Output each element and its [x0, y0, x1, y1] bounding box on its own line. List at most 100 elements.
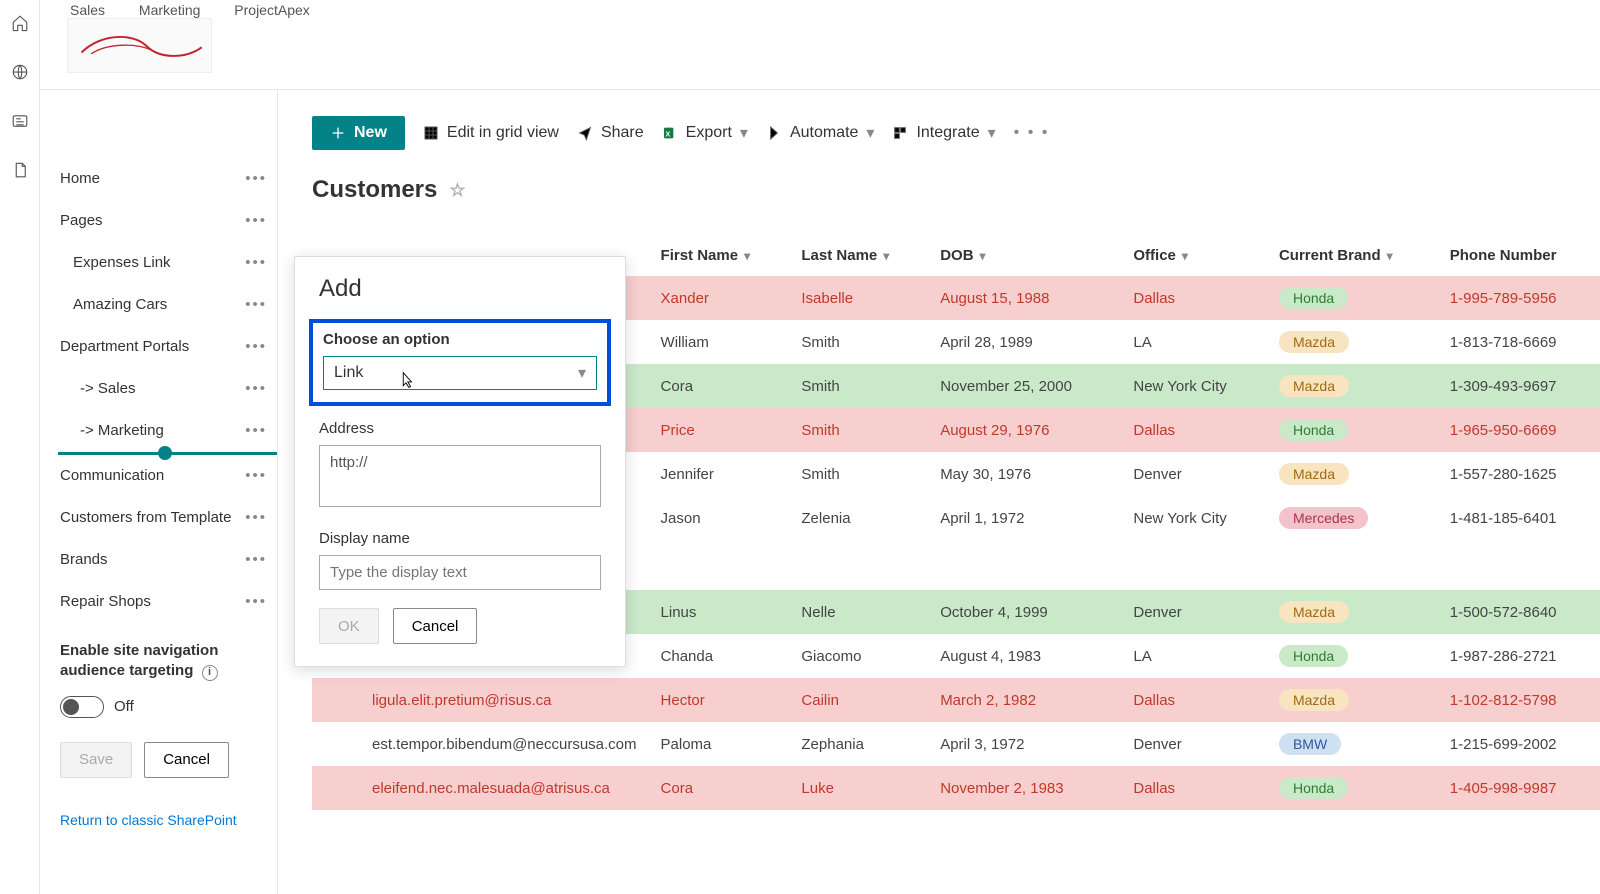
favorite-star-icon[interactable]: ☆ [449, 180, 465, 201]
first-name-cell: Cora [649, 364, 790, 408]
office-cell: LA [1121, 320, 1267, 364]
nav-item[interactable]: Home••• [40, 158, 277, 200]
nav-item-actions-icon[interactable]: ••• [245, 368, 267, 410]
col-last-name[interactable]: Last Name▾ [789, 234, 928, 276]
new-button[interactable]: New [312, 116, 405, 150]
last-name-cell: Smith [789, 320, 928, 364]
nav-item-actions-icon[interactable]: ••• [245, 455, 267, 497]
nav-item-actions-icon[interactable]: ••• [245, 581, 267, 623]
dob-cell: April 1, 1972 [928, 496, 1121, 540]
first-name-cell: Jason [649, 496, 790, 540]
col-phone[interactable]: Phone Number [1438, 234, 1600, 276]
home-icon[interactable] [11, 14, 29, 37]
nav-item-actions-icon[interactable]: ••• [245, 539, 267, 581]
nav-item[interactable]: -> Marketing••• [40, 410, 277, 452]
news-icon[interactable] [11, 112, 29, 135]
brand-cell: Honda [1267, 408, 1438, 452]
tab-marketing[interactable]: Marketing [139, 0, 200, 18]
nav-item-actions-icon[interactable]: ••• [245, 242, 267, 284]
dialog-cancel-button[interactable]: Cancel [393, 608, 478, 644]
address-input[interactable]: http:// [319, 445, 601, 507]
brand-pill: Mercedes [1279, 507, 1368, 529]
tab-sales[interactable]: Sales [70, 0, 105, 18]
office-cell: Denver [1121, 452, 1267, 496]
brand-pill: Mazda [1279, 689, 1349, 711]
office-cell: Dallas [1121, 276, 1267, 320]
brand-pill: BMW [1279, 733, 1341, 755]
globe-icon[interactable] [11, 63, 29, 86]
nav-item[interactable]: Customers from Template••• [40, 497, 277, 539]
phone-cell: 1-500-572-8640 [1438, 590, 1600, 634]
nav-item-actions-icon[interactable]: ••• [245, 410, 267, 452]
choose-option-field: Choose an option Link ▾ [309, 319, 611, 406]
last-name-cell: Cailin [789, 678, 928, 722]
first-name-cell: Jennifer [649, 452, 790, 496]
phone-cell: 1-405-998-9987 [1438, 766, 1600, 810]
phone-cell: 1-481-185-6401 [1438, 496, 1600, 540]
col-office[interactable]: Office▾ [1121, 234, 1267, 276]
audience-toggle[interactable]: Off [60, 696, 257, 718]
chevron-down-icon: ▾ [988, 123, 996, 143]
export-button[interactable]: X Export ▾ [662, 123, 748, 143]
overflow-button[interactable]: • • • [1014, 124, 1050, 142]
phone-cell: 1-813-718-6669 [1438, 320, 1600, 364]
office-cell: Denver [1121, 722, 1267, 766]
nav-item[interactable]: Repair Shops••• [40, 581, 277, 623]
col-dob[interactable]: DOB▾ [928, 234, 1121, 276]
office-cell: Dallas [1121, 766, 1267, 810]
choose-option-select[interactable]: Link ▾ [323, 356, 597, 390]
nav-item[interactable]: -> Sales••• [40, 368, 277, 410]
add-dialog: Add Choose an option Link ▾ Address http… [294, 256, 626, 667]
file-icon[interactable] [11, 161, 29, 184]
nav-item[interactable]: Brands••• [40, 539, 277, 581]
nav-item-actions-icon[interactable]: ••• [245, 284, 267, 326]
nav-item-actions-icon[interactable]: ••• [245, 200, 267, 242]
command-bar: New Edit in grid view Share X Export ▾ A… [278, 90, 1600, 176]
return-classic-link[interactable]: Return to classic SharePoint [40, 802, 277, 838]
table-row[interactable]: eleifend.nec.malesuada@atrisus.ca Cora L… [312, 766, 1600, 810]
nav-item-actions-icon[interactable]: ••• [245, 497, 267, 539]
automate-button[interactable]: Automate ▾ [766, 123, 875, 143]
last-name-cell: Luke [789, 766, 928, 810]
last-name-cell: Giacomo [789, 634, 928, 678]
first-name-cell: Xander [649, 276, 790, 320]
nav-item[interactable]: Department Portals••• [40, 326, 277, 368]
hub-tabs: Sales Marketing ProjectApex [70, 0, 340, 18]
brand-pill: Honda [1279, 287, 1348, 309]
nav-cancel-button[interactable]: Cancel [144, 742, 229, 778]
last-name-cell: Zephania [789, 722, 928, 766]
phone-cell: 1-102-812-5798 [1438, 678, 1600, 722]
display-name-input[interactable] [319, 555, 601, 590]
nav-item[interactable]: Expenses Link••• [40, 242, 277, 284]
app-rail [0, 0, 40, 894]
table-row[interactable]: est.tempor.bibendum@neccursusa.com Palom… [312, 722, 1600, 766]
col-current-brand[interactable]: Current Brand▾ [1267, 234, 1438, 276]
dob-cell: August 29, 1976 [928, 408, 1121, 452]
dob-cell: November 25, 2000 [928, 364, 1121, 408]
nav-item-actions-icon[interactable]: ••• [245, 158, 267, 200]
site-nav: Home•••Pages•••Expenses Link•••Amazing C… [40, 90, 278, 894]
tab-projectapex[interactable]: ProjectApex [234, 0, 309, 18]
integrate-button[interactable]: Integrate ▾ [892, 123, 995, 143]
dob-cell: November 2, 1983 [928, 766, 1121, 810]
col-first-name[interactable]: First Name▾ [649, 234, 790, 276]
brand-pill: Mazda [1279, 601, 1349, 623]
brand-pill: Mazda [1279, 375, 1349, 397]
table-row[interactable]: ligula.elit.pretium@risus.ca Hector Cail… [312, 678, 1600, 722]
chevron-down-icon: ▾ [578, 363, 586, 383]
chevron-down-icon: ▾ [866, 123, 874, 143]
nav-item[interactable]: Communication••• [40, 455, 277, 497]
share-button[interactable]: Share [577, 124, 644, 142]
audience-targeting-label: Enable site navigation audience targetin… [60, 641, 257, 682]
dob-cell: May 30, 1976 [928, 452, 1121, 496]
first-name-cell: Price [649, 408, 790, 452]
office-cell: LA [1121, 634, 1267, 678]
nav-item[interactable]: Pages••• [40, 200, 277, 242]
chevron-down-icon: ▾ [744, 249, 750, 263]
edit-grid-button[interactable]: Edit in grid view [423, 124, 559, 142]
last-name-cell: Smith [789, 408, 928, 452]
info-icon[interactable]: i [202, 665, 218, 681]
nav-item[interactable]: Amazing Cars••• [40, 284, 277, 326]
nav-item-actions-icon[interactable]: ••• [245, 326, 267, 368]
dob-cell: April 28, 1989 [928, 320, 1121, 364]
